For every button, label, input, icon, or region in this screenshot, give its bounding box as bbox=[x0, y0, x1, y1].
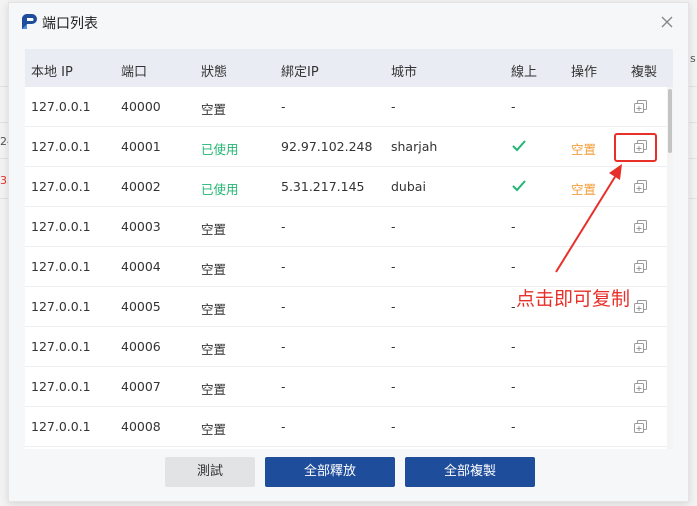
cell-city: - bbox=[391, 99, 396, 114]
release-all-button[interactable]: 全部釋放 bbox=[265, 457, 395, 487]
cell-city: - bbox=[391, 379, 396, 394]
copy-icon[interactable] bbox=[633, 259, 648, 274]
copy-icon[interactable] bbox=[633, 179, 648, 194]
dialog-title: 端口列表 bbox=[42, 16, 98, 32]
cell-port: 40000 bbox=[121, 99, 161, 114]
cell-city: - bbox=[391, 219, 396, 234]
header-port: 端口 bbox=[121, 65, 148, 80]
cell-bound-ip: - bbox=[281, 299, 286, 314]
cell-online: - bbox=[511, 219, 516, 234]
cell-port: 40006 bbox=[121, 339, 161, 354]
table-row: 127.0.0.1 40000 空置 - - - bbox=[25, 87, 667, 127]
cell-local-ip: 127.0.0.1 bbox=[31, 379, 91, 394]
cell-online: - bbox=[511, 259, 516, 274]
cell-port: 40003 bbox=[121, 219, 161, 234]
app-logo-icon bbox=[22, 13, 37, 29]
cell-online: - bbox=[511, 99, 516, 114]
cell-bound-ip: - bbox=[281, 379, 286, 394]
header-city: 城市 bbox=[391, 65, 418, 80]
table-row: 127.0.0.1 40007 空置 - - - bbox=[25, 367, 667, 407]
header-online: 線上 bbox=[511, 65, 538, 80]
cell-status: 已使用 bbox=[201, 142, 239, 157]
cell-bound-ip: 92.97.102.248 bbox=[281, 139, 373, 154]
cell-local-ip: 127.0.0.1 bbox=[31, 299, 91, 314]
title-bar: 端口列表 bbox=[9, 3, 690, 39]
cell-online: - bbox=[511, 339, 516, 354]
cell-city: - bbox=[391, 299, 396, 314]
cell-city: - bbox=[391, 339, 396, 354]
table-header: 本地 IP 端口 狀態 綁定IP 城市 線上 操作 複製 bbox=[25, 49, 673, 87]
cell-local-ip: 127.0.0.1 bbox=[31, 99, 91, 114]
cell-online: - bbox=[511, 379, 516, 394]
cell-local-ip: 127.0.0.1 bbox=[31, 339, 91, 354]
check-icon bbox=[512, 180, 526, 192]
cell-bound-ip: - bbox=[281, 219, 286, 234]
cell-local-ip: 127.0.0.1 bbox=[31, 419, 91, 434]
cell-online: - bbox=[511, 419, 516, 434]
cell-city: dubai bbox=[391, 179, 426, 194]
copy-icon[interactable] bbox=[633, 379, 648, 394]
close-icon[interactable] bbox=[659, 14, 675, 30]
annotation-arrow bbox=[555, 164, 622, 273]
cell-operation[interactable]: 空置 bbox=[571, 139, 596, 158]
header-copy: 複製 bbox=[631, 65, 658, 80]
cell-status: 空置 bbox=[201, 262, 227, 277]
cell-local-ip: 127.0.0.1 bbox=[31, 259, 91, 274]
cell-status: 空置 bbox=[201, 342, 227, 357]
cell-port: 40004 bbox=[121, 259, 161, 274]
copy-all-button[interactable]: 全部複製 bbox=[405, 457, 535, 487]
scrollbar-thumb[interactable] bbox=[668, 89, 672, 153]
cell-city: - bbox=[391, 419, 396, 434]
cell-status: 空置 bbox=[201, 222, 227, 237]
table-row: 127.0.0.1 40008 空置 - - - bbox=[25, 407, 667, 447]
cell-local-ip: 127.0.0.1 bbox=[31, 179, 91, 194]
cell-bound-ip: - bbox=[281, 419, 286, 434]
cell-local-ip: 127.0.0.1 bbox=[31, 139, 91, 154]
cell-status: 空置 bbox=[201, 422, 227, 437]
background-text: s bbox=[690, 52, 696, 65]
cell-port: 40002 bbox=[121, 179, 161, 194]
cell-city: - bbox=[391, 259, 396, 274]
copy-icon[interactable] bbox=[633, 339, 648, 354]
cell-port: 40007 bbox=[121, 379, 161, 394]
cell-port: 40005 bbox=[121, 299, 161, 314]
cell-status: 空置 bbox=[201, 382, 227, 397]
header-bound-ip: 綁定IP bbox=[281, 65, 319, 80]
cell-status: 空置 bbox=[201, 102, 227, 117]
copy-icon[interactable] bbox=[633, 219, 648, 234]
header-local-ip: 本地 IP bbox=[31, 65, 73, 80]
cell-bound-ip: - bbox=[281, 259, 286, 274]
copy-icon[interactable] bbox=[633, 419, 648, 434]
cell-city: sharjah bbox=[391, 139, 438, 154]
cell-port: 40008 bbox=[121, 419, 161, 434]
cell-online: - bbox=[511, 299, 516, 314]
annotation-label: 点击即可复制 bbox=[516, 288, 631, 310]
annotation-highlight-box bbox=[614, 133, 657, 162]
cell-status: 空置 bbox=[201, 302, 227, 317]
cell-bound-ip: - bbox=[281, 99, 286, 114]
check-icon bbox=[512, 140, 526, 152]
cell-bound-ip: 5.31.217.145 bbox=[281, 179, 365, 194]
header-operation: 操作 bbox=[571, 65, 598, 80]
test-button[interactable]: 測試 bbox=[165, 457, 255, 487]
header-status: 狀態 bbox=[201, 65, 228, 80]
cell-local-ip: 127.0.0.1 bbox=[31, 219, 91, 234]
cell-bound-ip: - bbox=[281, 339, 286, 354]
cell-port: 40001 bbox=[121, 139, 161, 154]
copy-icon[interactable] bbox=[633, 299, 648, 314]
cell-status: 已使用 bbox=[201, 182, 239, 197]
copy-icon[interactable] bbox=[633, 99, 648, 114]
table-row: 127.0.0.1 40006 空置 - - - bbox=[25, 327, 667, 367]
